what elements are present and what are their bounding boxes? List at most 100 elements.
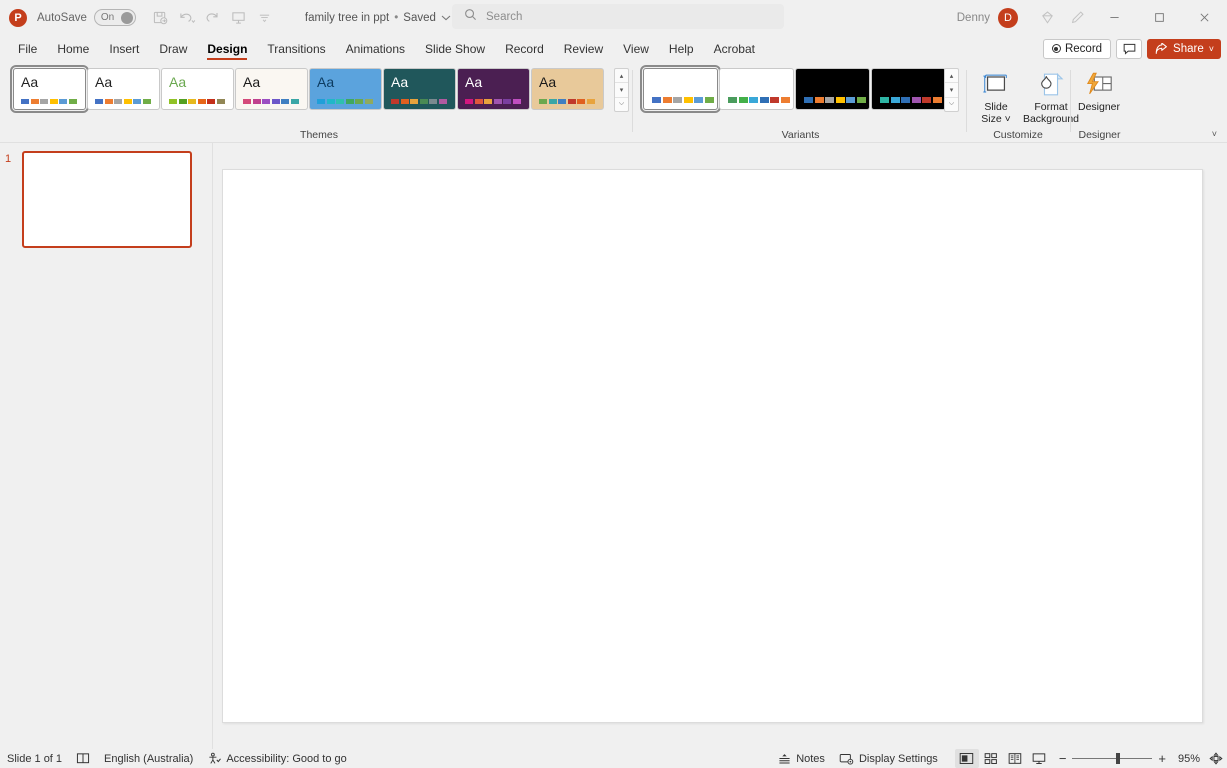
share-button[interactable]: Share ˅ (1147, 38, 1221, 59)
themes-more-icon[interactable]: ⌵ (615, 98, 628, 111)
save-icon[interactable] (149, 6, 173, 30)
dividend-theme[interactable]: Aa (309, 68, 382, 110)
wisp-theme[interactable]: Aa (235, 68, 308, 110)
variants-scroll-down-icon[interactable]: ▾ (945, 83, 958, 98)
variant-1[interactable] (640, 65, 721, 113)
slice-theme[interactable]: Aa (383, 68, 456, 110)
reading-view-button[interactable] (1003, 749, 1027, 768)
themes-scroll-up-icon[interactable]: ▴ (615, 69, 628, 84)
zoom-control[interactable]: − + 95% (1059, 751, 1223, 766)
maximize-button[interactable] (1137, 0, 1182, 35)
swatch (216, 99, 225, 104)
swatch (586, 99, 595, 104)
zoom-percent[interactable]: 95% (1172, 753, 1200, 765)
variants-gallery[interactable] (640, 65, 946, 113)
tab-transitions[interactable]: Transitions (257, 35, 335, 62)
fit-slide-to-window-icon[interactable] (1209, 752, 1223, 765)
normal-view-button[interactable] (954, 749, 979, 768)
zoom-out-button[interactable]: − (1059, 751, 1067, 766)
swatch (694, 97, 703, 103)
office-theme[interactable]: Aa (10, 65, 89, 113)
berlin-theme[interactable]: Aa (457, 68, 530, 110)
tab-design[interactable]: Design (197, 35, 257, 62)
accessibility-indicator[interactable]: Accessibility: Good to go (200, 749, 353, 768)
display-settings-button[interactable]: Display Settings (832, 749, 945, 768)
record-button-label: Record (1064, 42, 1103, 55)
minimize-button[interactable] (1092, 0, 1137, 35)
tab-slide-show[interactable]: Slide Show (415, 35, 495, 62)
slide-sorter-view-button[interactable] (979, 749, 1003, 768)
tab-insert[interactable]: Insert (99, 35, 149, 62)
themes-gallery[interactable]: Aa Aa Aa Aa Aa Aa Aa Aa (10, 65, 604, 113)
language-indicator[interactable]: English (Australia) (97, 749, 200, 768)
tab-view[interactable]: View (613, 35, 659, 62)
office-theme-2[interactable]: Aa (87, 68, 160, 110)
record-button[interactable]: Record (1042, 38, 1112, 59)
slide-notes-indicator[interactable] (69, 749, 97, 768)
document-title-area[interactable]: family tree in ppt • Saved (305, 12, 451, 24)
tab-draw[interactable]: Draw (149, 35, 197, 62)
reading-view-icon (1008, 753, 1022, 764)
variants-more-icon[interactable]: ⌵ (945, 98, 958, 111)
ribbon-display-options-icon[interactable] (1032, 0, 1062, 35)
variant-4[interactable] (871, 68, 946, 110)
variant-color-swatches (728, 97, 790, 103)
tab-help[interactable]: Help (659, 35, 704, 62)
swatch (104, 99, 113, 104)
slide-size-icon (981, 66, 1011, 98)
quick-access-toolbar (149, 6, 277, 30)
slide-editing-canvas[interactable] (222, 169, 1203, 723)
notes-button[interactable]: Notes (771, 749, 832, 768)
slide-thumbnail-pane[interactable]: 1 (0, 143, 213, 749)
tab-home[interactable]: Home (47, 35, 99, 62)
slide-thumbnail-1[interactable] (22, 151, 192, 248)
search-box[interactable] (452, 4, 784, 29)
tab-animations[interactable]: Animations (336, 35, 415, 62)
comments-button[interactable] (1116, 38, 1143, 59)
share-chevron-down-icon[interactable]: ˅ (1209, 44, 1214, 54)
swatch (345, 99, 354, 104)
designer-button[interactable]: Designer (1073, 66, 1125, 132)
ribbon-tab-actions: Record Share ˅ (1042, 35, 1221, 62)
autosave-toggle[interactable]: On (93, 9, 136, 26)
variants-gallery-scroller[interactable]: ▴ ▾ ⌵ (944, 68, 959, 112)
theme-color-swatches (169, 99, 225, 104)
swatch (336, 99, 344, 104)
close-button[interactable] (1182, 0, 1227, 35)
customize-quick-access-toolbar-icon[interactable] (253, 6, 277, 30)
facet-theme[interactable]: Aa (161, 68, 234, 110)
tab-record[interactable]: Record (495, 35, 554, 62)
themes-scroll-down-icon[interactable]: ▾ (615, 83, 628, 98)
zoom-slider[interactable] (1072, 753, 1153, 764)
pen-icon[interactable] (1062, 0, 1092, 35)
theme-sample-text: Aa (21, 74, 39, 90)
document-title-chevron-down-icon[interactable] (441, 12, 451, 24)
slide-show-button[interactable] (1027, 749, 1051, 768)
themes-gallery-scroller[interactable]: ▴ ▾ ⌵ (614, 68, 629, 112)
search-input[interactable] (486, 10, 736, 23)
tab-review[interactable]: Review (554, 35, 613, 62)
undo-icon[interactable] (175, 6, 199, 30)
start-presentation-icon[interactable] (227, 6, 251, 30)
swatch (207, 99, 215, 104)
wood-type-theme[interactable]: Aa (531, 68, 604, 110)
collapse-ribbon-button[interactable]: ˅ (1212, 129, 1217, 139)
slide-count[interactable]: Slide 1 of 1 (0, 749, 69, 768)
swatch (825, 97, 834, 103)
swatch (391, 99, 399, 104)
redo-icon[interactable] (201, 6, 225, 30)
tab-label: Insert (109, 41, 140, 56)
swatch (539, 99, 547, 104)
variant-color-swatches (804, 97, 866, 103)
slide-size-button[interactable]: Slide Size ˅ (970, 66, 1022, 132)
swatch (890, 97, 900, 103)
avatar[interactable]: D (998, 7, 1018, 28)
swatch (728, 97, 737, 103)
tab-acrobat[interactable]: Acrobat (704, 35, 765, 62)
zoom-in-button[interactable]: + (1158, 751, 1166, 766)
zoom-slider-thumb[interactable] (1116, 753, 1121, 764)
variant-2[interactable] (719, 68, 794, 110)
variants-scroll-up-icon[interactable]: ▴ (945, 69, 958, 84)
tab-file[interactable]: File (8, 35, 47, 62)
variant-3[interactable] (795, 68, 870, 110)
